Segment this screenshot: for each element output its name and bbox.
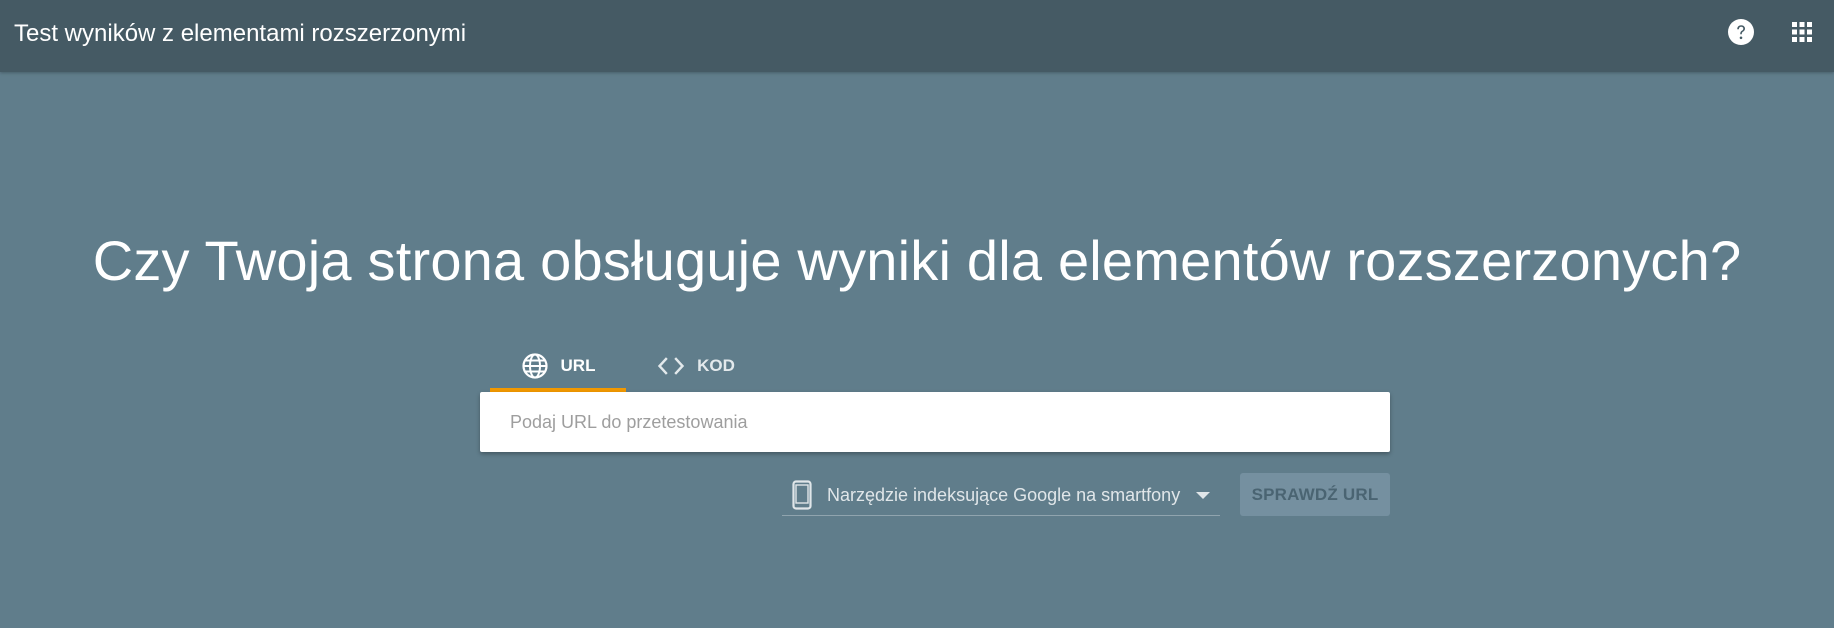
top-app-bar: Test wyników z elementami rozszerzonymi	[0, 0, 1834, 72]
tab-code-label: KOD	[697, 356, 735, 375]
check-url-button[interactable]: SPRAWDŹ URL	[1240, 473, 1390, 516]
tab-url[interactable]: URL	[490, 340, 626, 392]
crawler-select-dropdown[interactable]: Narzędzie indeksujące Google na smartfon…	[782, 472, 1220, 516]
chevron-down-icon	[1196, 492, 1210, 499]
code-icon	[657, 357, 685, 375]
smartphone-icon	[792, 480, 812, 510]
apps-button[interactable]	[1790, 20, 1814, 44]
crawler-select-value: Narzędzie indeksujące Google na smartfon…	[827, 485, 1181, 505]
tab-url-label: URL	[560, 356, 596, 375]
help-button[interactable]	[1727, 18, 1755, 46]
page-headline: Czy Twoja strona obsługuje wyniki dla el…	[92, 229, 1742, 292]
globe-icon	[521, 353, 548, 379]
help-icon	[1728, 19, 1754, 45]
url-input-container	[480, 392, 1390, 452]
url-input[interactable]	[510, 392, 1370, 452]
app-title: Test wyników z elementami rozszerzonymi	[14, 20, 467, 47]
tab-code[interactable]: KOD	[646, 340, 746, 392]
apps-grid-icon	[1792, 22, 1812, 42]
